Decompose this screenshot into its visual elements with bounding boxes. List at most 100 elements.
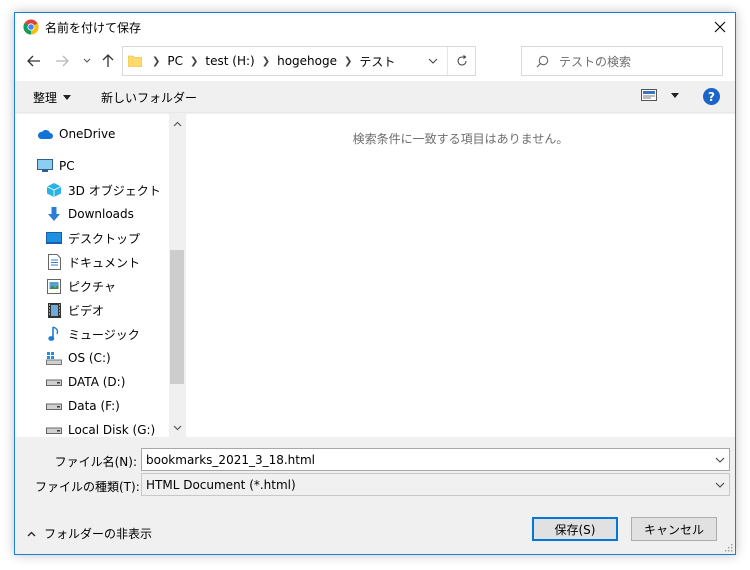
search-icon: [536, 55, 549, 67]
search-placeholder: テストの検索: [559, 54, 632, 69]
scroll-thumb[interactable]: [170, 250, 184, 384]
filename-field[interactable]: bookmarks_2021_3_18.html: [141, 448, 730, 471]
system-drive-icon: [46, 350, 62, 366]
save-as-dialog: 名前を付けて保存 ❯ PC ❯ test (H:) ❯ hogehoge ❯ テ…: [14, 12, 736, 555]
chevron-right-icon[interactable]: ❯: [190, 56, 198, 67]
tree-item-onedrive[interactable]: OneDrive: [37, 123, 115, 145]
close-icon: [714, 21, 726, 33]
view-icon: [641, 89, 657, 101]
tree-label: Data (F:): [68, 399, 120, 413]
chevron-right-icon[interactable]: ❯: [262, 56, 270, 67]
tree-label: OneDrive: [59, 127, 116, 141]
scroll-down-button[interactable]: [169, 420, 185, 436]
filename-value: bookmarks_2021_3_18.html: [146, 452, 316, 467]
drive-icon: [46, 398, 62, 414]
tree-label: PC: [59, 159, 75, 173]
drive-icon: [46, 422, 62, 437]
address-dropdown-button[interactable]: [421, 47, 445, 75]
caret-down-icon: [671, 92, 679, 98]
up-button[interactable]: [99, 52, 117, 70]
view-options-button[interactable]: [641, 89, 679, 101]
help-button[interactable]: ?: [703, 88, 720, 105]
search-input[interactable]: テストの検索: [521, 46, 723, 76]
nav-pane-scrollbar[interactable]: [169, 114, 185, 437]
chevron-up-icon: [173, 121, 181, 127]
tree-label: デスクトップ: [68, 231, 141, 246]
document-icon: [46, 254, 62, 270]
computer-icon: [37, 158, 53, 174]
tree-item-downloads[interactable]: Downloads: [46, 203, 134, 225]
tree-item-pictures[interactable]: ピクチャ: [46, 275, 116, 297]
chevron-down-icon[interactable]: [715, 453, 725, 467]
file-list-pane[interactable]: 検索条件に一致する項目はありません。: [186, 114, 735, 437]
empty-message: 検索条件に一致する項目はありません。: [352, 132, 569, 146]
tree-item-music[interactable]: ミュージック: [46, 323, 140, 345]
navigation-pane: OneDrive PC 3D オブジェクト Downloads デスクトップ ド…: [15, 114, 183, 437]
cloud-icon: [37, 126, 53, 142]
tree-item-videos[interactable]: ビデオ: [46, 299, 104, 321]
folder-icon: [128, 55, 142, 67]
resize-grip-icon[interactable]: [723, 542, 733, 552]
tree-label: DATA (D:): [68, 375, 126, 389]
tree-label: Local Disk (G:): [68, 423, 156, 437]
tree-item-local-disk-g[interactable]: Local Disk (G:): [46, 419, 155, 437]
address-bar[interactable]: ❯ PC ❯ test (H:) ❯ hogehoge ❯ テスト: [122, 46, 476, 76]
tree-label: Downloads: [68, 207, 134, 221]
new-folder-button[interactable]: 新しいフォルダー: [101, 89, 197, 106]
tree-label: ピクチャ: [68, 279, 116, 294]
refresh-button[interactable]: [447, 47, 475, 75]
arrow-left-icon: [27, 55, 40, 67]
tree-item-3d-objects[interactable]: 3D オブジェクト: [46, 179, 161, 201]
breadcrumb-folder[interactable]: hogehoge: [277, 54, 337, 68]
tree-item-data-f[interactable]: Data (F:): [46, 395, 120, 417]
tree-label: 3D オブジェクト: [68, 183, 161, 198]
scroll-up-button[interactable]: [169, 116, 185, 132]
tree-label: ミュージック: [68, 327, 140, 342]
chevron-down-icon: [83, 58, 91, 63]
help-icon: ?: [708, 89, 715, 104]
chrome-icon: [23, 19, 39, 35]
breadcrumb-current[interactable]: テスト: [359, 53, 395, 70]
breadcrumb-drive[interactable]: test (H:): [205, 54, 254, 68]
breadcrumb-pc[interactable]: PC: [167, 54, 183, 68]
tree-item-data-d[interactable]: DATA (D:): [46, 371, 125, 393]
tree-item-desktop[interactable]: デスクトップ: [46, 227, 140, 249]
recent-locations-button[interactable]: [81, 52, 93, 70]
navigation-bar: ❯ PC ❯ test (H:) ❯ hogehoge ❯ テスト テストの検索: [15, 41, 735, 81]
back-button[interactable]: [25, 52, 43, 70]
refresh-icon: [456, 55, 467, 66]
arrow-up-icon: [102, 54, 114, 67]
title-bar: 名前を付けて保存: [15, 13, 735, 41]
tree-item-pc[interactable]: PC: [37, 155, 75, 177]
chevron-right-icon: ❯: [152, 55, 161, 67]
organize-button[interactable]: 整理: [33, 89, 72, 106]
chevron-right-icon[interactable]: ❯: [344, 56, 352, 67]
drive-icon: [46, 374, 62, 390]
filename-label: ファイル名(N):: [54, 455, 137, 469]
hide-folders-toggle[interactable]: フォルダーの非表示: [27, 525, 152, 542]
filetype-value: HTML Document (*.html): [146, 477, 296, 492]
filetype-label: ファイルの種類(T):: [35, 480, 140, 494]
tree-item-documents[interactable]: ドキュメント: [46, 251, 140, 273]
command-bar: 整理 新しいフォルダー ?: [15, 81, 735, 113]
cancel-button[interactable]: キャンセル: [631, 517, 717, 541]
music-note-icon: [46, 326, 62, 342]
tree-item-os-c[interactable]: OS (C:): [46, 347, 111, 369]
save-button[interactable]: 保存(S): [532, 517, 618, 541]
cube-icon: [46, 182, 62, 198]
tree-label: ビデオ: [68, 303, 105, 318]
chevron-down-icon: [715, 482, 725, 488]
window-title: 名前を付けて保存: [45, 20, 142, 35]
download-arrow-icon: [46, 206, 62, 222]
chevron-down-icon: [173, 425, 181, 431]
arrow-right-icon: [56, 55, 69, 67]
tree-label: ドキュメント: [68, 255, 141, 270]
hide-folders-label: フォルダーの非表示: [44, 527, 153, 541]
close-button[interactable]: [705, 13, 735, 41]
desktop-icon: [46, 230, 62, 246]
filetype-select[interactable]: HTML Document (*.html): [141, 473, 730, 496]
film-icon: [46, 302, 62, 318]
caret-down-icon: [63, 95, 72, 100]
forward-button[interactable]: [53, 52, 71, 70]
chevron-down-icon: [428, 58, 438, 64]
